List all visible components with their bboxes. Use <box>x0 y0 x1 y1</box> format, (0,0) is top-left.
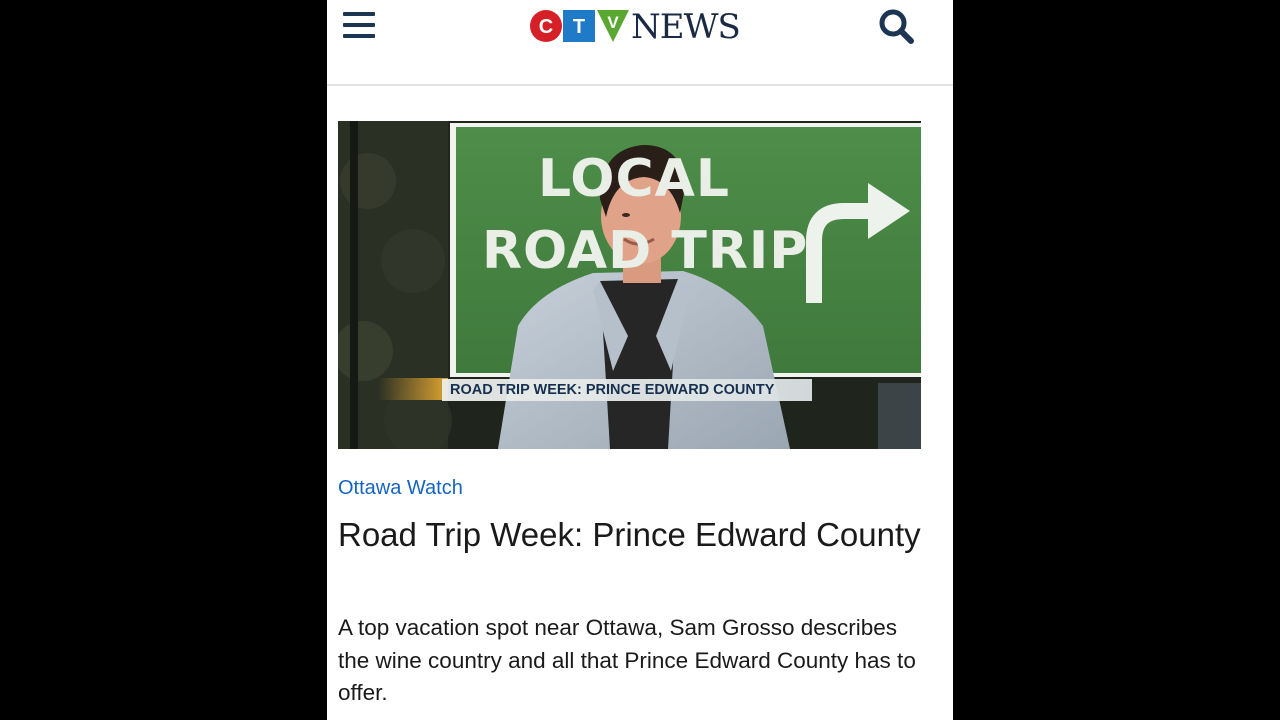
logo-letter-c: C <box>539 16 553 38</box>
logo-news-text: NEWS <box>631 7 741 47</box>
hamburger-menu-icon[interactable] <box>343 10 375 40</box>
section-link[interactable]: Ottawa Watch <box>338 474 463 502</box>
logo-letter-t: T <box>573 16 585 38</box>
ctv-logo-mark: C T V <box>530 10 629 42</box>
logo-letter-v: V <box>607 13 619 32</box>
site-header: C T V NEWS <box>327 0 953 86</box>
sign-line-1: LOCAL <box>538 149 731 209</box>
lower-third-accent <box>378 378 448 400</box>
ctv-news-logo[interactable]: C T V NEWS <box>529 7 741 47</box>
article-headline[interactable]: Road Trip Week: Prince Edward County <box>338 514 928 556</box>
article-summary: A top vacation spot near Ottawa, Sam Gro… <box>338 615 916 705</box>
video-thumbnail[interactable]: LOCAL ROAD TRIP ROAD TRIP WEEK: PRINCE E… <box>338 121 921 449</box>
mobile-page: C T V NEWS LOCAL ROAD TRIP ROAD TRIP WEE… <box>327 0 953 720</box>
lower-third-caption: ROAD TRIP WEEK: PRINCE EDWARD COUNTY <box>442 379 812 401</box>
sign-line-2: ROAD TRIP <box>482 221 809 281</box>
search-icon[interactable] <box>877 6 917 46</box>
